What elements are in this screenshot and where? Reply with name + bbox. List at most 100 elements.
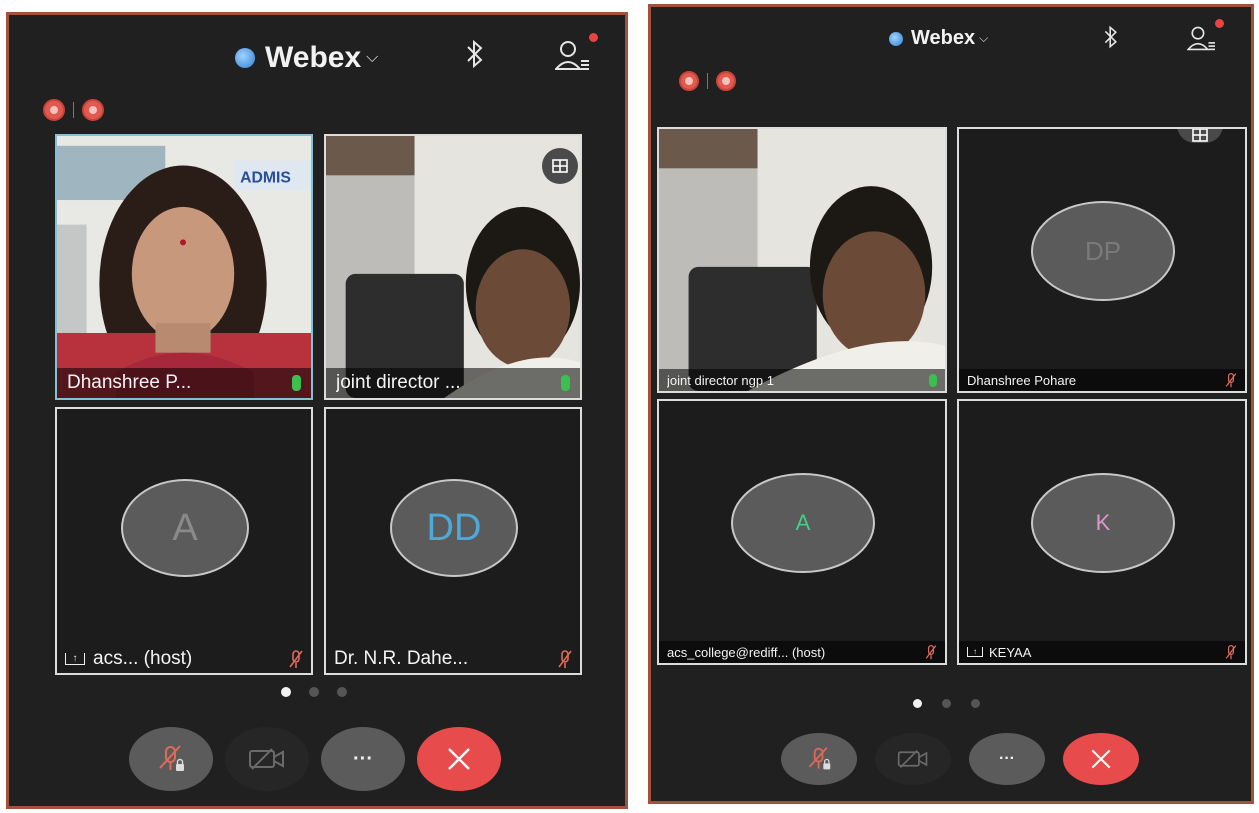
avatar-tile[interactable]: K ↑ KEYAA — [957, 399, 1247, 665]
avatar-tile[interactable]: A acs_college@rediff... (host) — [657, 399, 947, 665]
avatar: A — [731, 473, 875, 573]
participant-name-bar: joint director ... — [326, 368, 580, 398]
avatar: DD — [390, 479, 518, 577]
layout-switch-button[interactable] — [542, 148, 578, 184]
chevron-down-icon: ⌵ — [979, 31, 989, 45]
video-off-button[interactable] — [875, 733, 951, 785]
more-dots-icon: ··· — [999, 750, 1015, 767]
participant-name: joint director ngp 1 — [667, 372, 774, 388]
mic-muted-icon — [289, 650, 303, 668]
participant-name: joint director ... — [336, 372, 461, 393]
avatar: DP — [1031, 201, 1175, 301]
mute-locked-button[interactable] — [781, 733, 857, 785]
avatar: A — [121, 479, 249, 577]
recording-icon — [679, 71, 699, 91]
top-bar: Webex ⌵ — [651, 7, 1251, 87]
video-tile[interactable]: joint director ... — [324, 134, 582, 400]
participant-name: KEYAA — [989, 644, 1032, 660]
page-dot[interactable] — [309, 687, 319, 697]
close-icon — [448, 748, 470, 770]
avatar-initials: K — [1095, 510, 1111, 535]
participant-name: Dhanshree P... — [67, 372, 192, 393]
bluetooth-icon[interactable] — [465, 39, 485, 76]
app-name: Webex — [265, 41, 362, 74]
more-dots-icon: ··· — [353, 747, 373, 770]
participant-name-bar: Dhanshree P... — [57, 368, 311, 398]
meeting-screen-right: Webex ⌵ joint director ngp 1 DP Dhanshre… — [648, 4, 1254, 804]
participant-name: Dr. N.R. Dahe... — [334, 648, 469, 669]
mic-muted-lock-icon — [159, 745, 184, 771]
end-call-button[interactable] — [417, 727, 501, 791]
page-dot[interactable] — [913, 699, 922, 708]
participant-name-bar: Dhanshree Pohare — [959, 369, 1245, 391]
mic-muted-icon — [558, 650, 572, 668]
mic-muted-lock-icon — [808, 747, 831, 770]
participant-name: acs... (host) — [93, 648, 193, 669]
meeting-screen-left: Webex ⌵ ADMIS Dhanshree P... joint direc… — [6, 12, 628, 809]
avatar: K — [1031, 473, 1175, 573]
participant-name-bar: ↑ KEYAA — [959, 641, 1245, 663]
page-dot[interactable] — [971, 699, 980, 708]
share-screen-icon: ↑ — [967, 647, 983, 657]
recording-icon — [43, 99, 65, 121]
record-paused-icon — [716, 71, 736, 91]
mic-on-icon — [561, 375, 570, 391]
participant-name-bar: acs_college@rediff... (host) — [659, 641, 945, 663]
video-tile[interactable]: joint director ngp 1 — [657, 127, 947, 393]
participant-name: acs_college@rediff... (host) — [667, 644, 826, 660]
layout-switch-button[interactable] — [1177, 129, 1223, 143]
avatar-tile[interactable]: DD Dr. N.R. Dahe... — [324, 407, 582, 675]
avatar-initials: DD — [426, 506, 482, 549]
notification-dot — [589, 33, 598, 42]
participant-video: ADMIS — [57, 136, 311, 398]
video-off-icon — [249, 748, 284, 770]
avatar-initials: A — [172, 506, 198, 549]
mic-on-icon — [929, 373, 937, 387]
webex-logo-icon — [235, 48, 255, 68]
webex-logo-icon — [889, 31, 903, 46]
close-icon — [1091, 749, 1111, 769]
mic-muted-icon — [1225, 372, 1237, 388]
more-button[interactable]: ··· — [969, 733, 1045, 785]
participant-name-bar: ↑ acs... (host) — [57, 645, 311, 673]
bluetooth-icon[interactable] — [1103, 25, 1119, 54]
participant-name-bar: Dr. N.R. Dahe... — [326, 645, 580, 673]
recording-status — [679, 71, 736, 91]
avatar-tile[interactable]: A ↑ acs... (host) — [55, 407, 313, 675]
grid-layout-icon — [1192, 129, 1208, 142]
video-off-button[interactable] — [225, 727, 309, 791]
participants-icon[interactable] — [1186, 19, 1224, 56]
avatar-tile[interactable]: DP Dhanshree Pohare — [957, 127, 1247, 393]
mic-muted-icon — [925, 644, 937, 660]
avatar-initials: A — [795, 510, 811, 535]
notification-dot — [1215, 19, 1224, 28]
page-dot[interactable] — [281, 687, 291, 697]
video-off-icon — [897, 749, 928, 769]
page-dot[interactable] — [942, 699, 951, 708]
participant-video — [326, 136, 580, 398]
grid-layout-icon — [552, 159, 568, 173]
page-indicator[interactable] — [913, 699, 980, 708]
app-name: Webex — [911, 27, 976, 49]
participant-video — [659, 129, 945, 391]
participant-name: Dhanshree Pohare — [967, 372, 1077, 388]
call-controls: ··· — [781, 733, 1139, 785]
record-paused-icon — [82, 99, 104, 121]
page-dot[interactable] — [337, 687, 347, 697]
video-tile[interactable]: ADMIS Dhanshree P... — [55, 134, 313, 400]
webex-menu[interactable]: Webex ⌵ — [235, 41, 378, 75]
avatar-initials: DP — [1084, 235, 1122, 266]
chevron-down-icon: ⌵ — [366, 49, 379, 66]
divider — [73, 102, 74, 118]
participants-icon[interactable] — [553, 33, 598, 76]
mute-locked-button[interactable] — [129, 727, 213, 791]
mic-muted-icon — [1225, 644, 1237, 660]
divider — [707, 73, 708, 89]
more-button[interactable]: ··· — [321, 727, 405, 791]
top-bar: Webex ⌵ — [9, 15, 625, 95]
page-indicator[interactable] — [281, 687, 347, 697]
recording-status — [43, 99, 104, 121]
end-call-button[interactable] — [1063, 733, 1139, 785]
share-screen-icon: ↑ — [65, 653, 85, 665]
webex-menu[interactable]: Webex ⌵ — [889, 27, 988, 50]
